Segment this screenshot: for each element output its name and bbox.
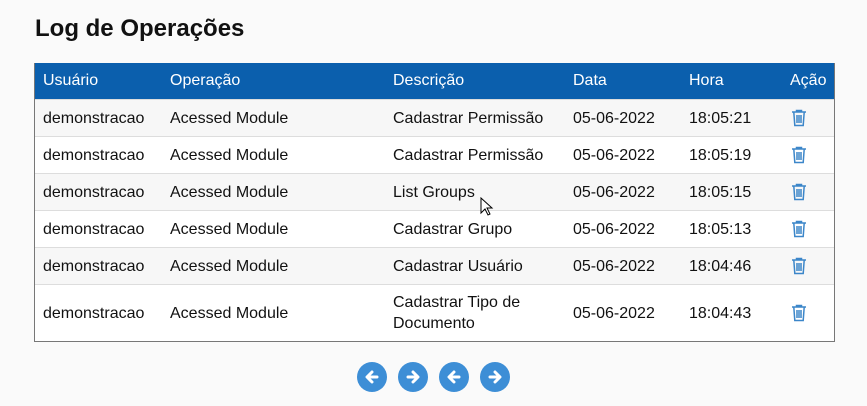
pagination [357, 362, 510, 392]
cell-date: 05-06-2022 [565, 99, 681, 137]
cell-date: 05-06-2022 [565, 136, 681, 174]
cell-operation: Acessed Module [162, 136, 385, 174]
cell-user: demonstracao [35, 136, 162, 174]
cell-user: demonstracao [35, 173, 162, 211]
table-row: demonstracao Acessed Module Cadastrar Gr… [35, 210, 834, 248]
last-page-icon [488, 370, 502, 384]
trash-icon[interactable] [791, 220, 807, 238]
cell-operation: Acessed Module [162, 210, 385, 248]
operations-log-table: Usuário Operação Descrição Data Hora Açã… [34, 63, 835, 342]
column-header-description: Descrição [393, 72, 465, 89]
cell-date: 05-06-2022 [565, 173, 681, 211]
trash-icon[interactable] [791, 183, 807, 201]
table-row: demonstracao Acessed Module Cadastrar Us… [35, 247, 834, 285]
cell-description: Cadastrar Permissão [385, 136, 565, 174]
cell-user: demonstracao [35, 284, 162, 341]
column-header-date: Data [573, 72, 607, 89]
cell-date: 05-06-2022 [565, 210, 681, 248]
last-page-button[interactable] [480, 362, 510, 392]
cell-action [782, 247, 834, 285]
cell-date: 05-06-2022 [565, 247, 681, 285]
cell-time: 18:05:13 [681, 210, 782, 248]
table-header-row: Usuário Operação Descrição Data Hora Açã… [35, 63, 834, 100]
previous-page-icon [447, 370, 461, 384]
next-page-button[interactable] [398, 362, 428, 392]
cell-time: 18:04:46 [681, 247, 782, 285]
page-title: Log de Operações [35, 15, 245, 42]
cell-description: Cadastrar Tipo de Documento [385, 284, 565, 341]
cell-operation: Acessed Module [162, 99, 385, 137]
previous-page-button[interactable] [439, 362, 469, 392]
column-header-user: Usuário [43, 72, 99, 89]
cell-description: List Groups [385, 173, 565, 211]
cell-operation: Acessed Module [162, 284, 385, 341]
cell-time: 18:05:21 [681, 99, 782, 137]
cell-operation: Acessed Module [162, 247, 385, 285]
trash-icon[interactable] [791, 304, 807, 322]
cell-description: Cadastrar Permissão [385, 99, 565, 137]
table-row: demonstracao Acessed Module Cadastrar Ti… [35, 284, 834, 341]
mouse-cursor-icon [480, 197, 494, 216]
cell-user: demonstracao [35, 210, 162, 248]
column-header-operation: Operação [170, 72, 241, 89]
cell-description: Cadastrar Grupo [385, 210, 565, 248]
cell-time: 18:04:43 [681, 284, 782, 341]
first-page-icon [365, 370, 379, 384]
trash-icon[interactable] [791, 257, 807, 275]
column-header-time: Hora [689, 72, 724, 89]
cell-time: 18:05:15 [681, 173, 782, 211]
cell-action [782, 210, 834, 248]
cell-user: demonstracao [35, 99, 162, 137]
trash-icon[interactable] [791, 146, 807, 164]
cell-time: 18:05:19 [681, 136, 782, 174]
cell-action [782, 173, 834, 211]
table-row: demonstracao Acessed Module List Groups … [35, 173, 834, 211]
cell-action [782, 136, 834, 174]
first-page-button[interactable] [357, 362, 387, 392]
trash-icon[interactable] [791, 109, 807, 127]
cell-action [782, 99, 834, 137]
cell-action [782, 284, 834, 341]
column-header-action: Ação [790, 72, 827, 89]
table-row: demonstracao Acessed Module Cadastrar Pe… [35, 99, 834, 137]
table-row: demonstracao Acessed Module Cadastrar Pe… [35, 136, 834, 174]
cell-operation: Acessed Module [162, 173, 385, 211]
cell-description: Cadastrar Usuário [385, 247, 565, 285]
cell-user: demonstracao [35, 247, 162, 285]
next-page-icon [406, 370, 420, 384]
cell-date: 05-06-2022 [565, 284, 681, 341]
